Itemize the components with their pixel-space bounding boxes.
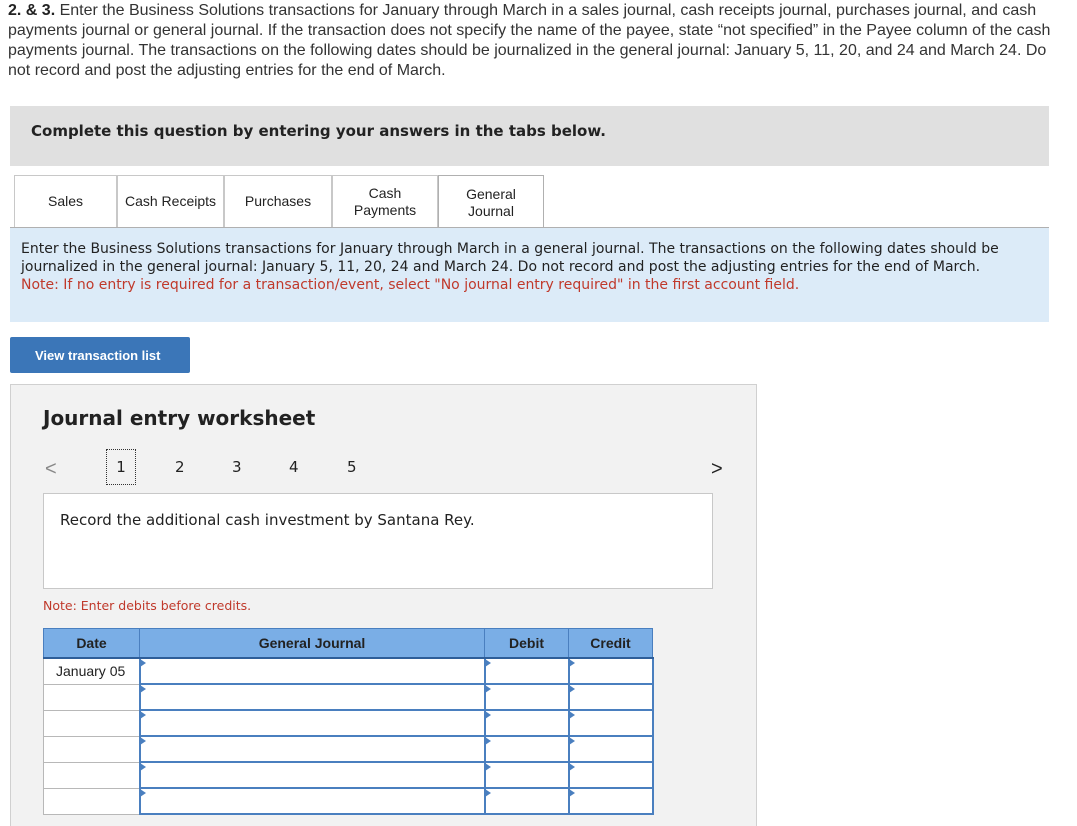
- page-4[interactable]: 4: [289, 458, 299, 476]
- dropdown-marker-icon: [484, 659, 491, 667]
- dropdown-marker-icon: [139, 685, 146, 693]
- debit-input[interactable]: [483, 787, 570, 815]
- instructions-banner: Complete this question by entering your …: [10, 106, 1049, 166]
- account-input[interactable]: [138, 709, 486, 737]
- debit-input[interactable]: [483, 657, 570, 685]
- chevron-left-icon[interactable]: <: [45, 458, 57, 481]
- table-header-row: Date General Journal Debit Credit: [43, 628, 653, 659]
- question-body: Enter the Business Solutions transaction…: [8, 2, 1051, 79]
- dropdown-marker-icon: [568, 659, 575, 667]
- tab-cash-receipts[interactable]: Cash Receipts: [117, 175, 224, 227]
- question-number: 2. & 3.: [8, 2, 56, 19]
- page-5[interactable]: 5: [347, 458, 357, 476]
- tab-purchases[interactable]: Purchases: [224, 175, 332, 227]
- table-row: [43, 683, 654, 711]
- dropdown-marker-icon: [139, 737, 146, 745]
- view-transaction-list-button[interactable]: View transaction list: [10, 337, 190, 373]
- dropdown-marker-icon: [568, 737, 575, 745]
- tab-label: Sales: [47, 193, 84, 209]
- dropdown-marker-icon: [568, 763, 575, 771]
- credit-input[interactable]: [567, 657, 654, 685]
- col-debit: Debit: [484, 628, 569, 659]
- account-input[interactable]: [138, 761, 486, 789]
- transaction-description: Record the additional cash investment by…: [43, 493, 713, 589]
- date-cell: January 05: [43, 657, 140, 685]
- col-general-journal: General Journal: [139, 628, 485, 659]
- debit-input[interactable]: [483, 683, 570, 711]
- worksheet-pager: < 1 2 3 4 5 >: [45, 449, 725, 492]
- page-2[interactable]: 2: [175, 458, 185, 476]
- dropdown-marker-icon: [568, 685, 575, 693]
- dropdown-marker-icon: [139, 763, 146, 771]
- dropdown-marker-icon: [568, 789, 575, 797]
- dropdown-marker-icon: [139, 659, 146, 667]
- instructions-text: Enter the Business Solutions transaction…: [21, 241, 999, 275]
- table-row: [43, 761, 654, 789]
- banner-text: Complete this question by entering your …: [31, 122, 606, 140]
- table-row: [43, 709, 654, 737]
- date-cell: [43, 787, 140, 815]
- account-input[interactable]: [138, 735, 486, 763]
- credit-input[interactable]: [567, 709, 654, 737]
- account-input[interactable]: [138, 657, 486, 685]
- dropdown-marker-icon: [568, 711, 575, 719]
- table-row: [43, 787, 654, 815]
- col-date: Date: [43, 628, 140, 659]
- tab-label: Cash Payments: [353, 184, 417, 218]
- table-row: [43, 735, 654, 763]
- question-text: 2. & 3. Enter the Business Solutions tra…: [8, 1, 1068, 81]
- date-cell: [43, 761, 140, 789]
- tab-cash-payments[interactable]: Cash Payments: [332, 175, 438, 227]
- debit-credit-note: Note: Enter debits before credits.: [43, 598, 252, 613]
- credit-input[interactable]: [567, 787, 654, 815]
- dropdown-marker-icon: [139, 789, 146, 797]
- dropdown-marker-icon: [484, 763, 491, 771]
- page-1[interactable]: 1: [106, 449, 136, 485]
- instructions-note: Note: If no entry is required for a tran…: [21, 277, 800, 293]
- debit-input[interactable]: [483, 735, 570, 763]
- page-3[interactable]: 3: [232, 458, 242, 476]
- account-input[interactable]: [138, 683, 486, 711]
- tab-general-journal[interactable]: General Journal: [438, 175, 544, 229]
- dropdown-marker-icon: [484, 711, 491, 719]
- journal-entry-worksheet: Journal entry worksheet < 1 2 3 4 5 > Re…: [10, 384, 757, 826]
- dropdown-marker-icon: [484, 789, 491, 797]
- dropdown-marker-icon: [484, 737, 491, 745]
- debit-input[interactable]: [483, 761, 570, 789]
- worksheet-title: Journal entry worksheet: [43, 406, 316, 430]
- table-row: January 05: [43, 657, 654, 685]
- account-input[interactable]: [138, 787, 486, 815]
- journal-table: Date General Journal Debit Credit Januar…: [43, 628, 654, 815]
- tab-sales[interactable]: Sales: [14, 175, 117, 227]
- date-cell: [43, 709, 140, 737]
- debit-input[interactable]: [483, 709, 570, 737]
- tab-label: Cash Receipts: [124, 193, 217, 209]
- date-cell: [43, 735, 140, 763]
- credit-input[interactable]: [567, 683, 654, 711]
- col-credit: Credit: [568, 628, 653, 659]
- dropdown-marker-icon: [139, 711, 146, 719]
- tab-instructions: Enter the Business Solutions transaction…: [10, 228, 1049, 322]
- dropdown-marker-icon: [484, 685, 491, 693]
- tab-label: Purchases: [244, 193, 312, 209]
- credit-input[interactable]: [567, 761, 654, 789]
- chevron-right-icon[interactable]: >: [711, 458, 723, 481]
- credit-input[interactable]: [567, 735, 654, 763]
- date-cell: [43, 683, 140, 711]
- description-text: Record the additional cash investment by…: [60, 511, 475, 529]
- tab-label: General Journal: [466, 185, 516, 219]
